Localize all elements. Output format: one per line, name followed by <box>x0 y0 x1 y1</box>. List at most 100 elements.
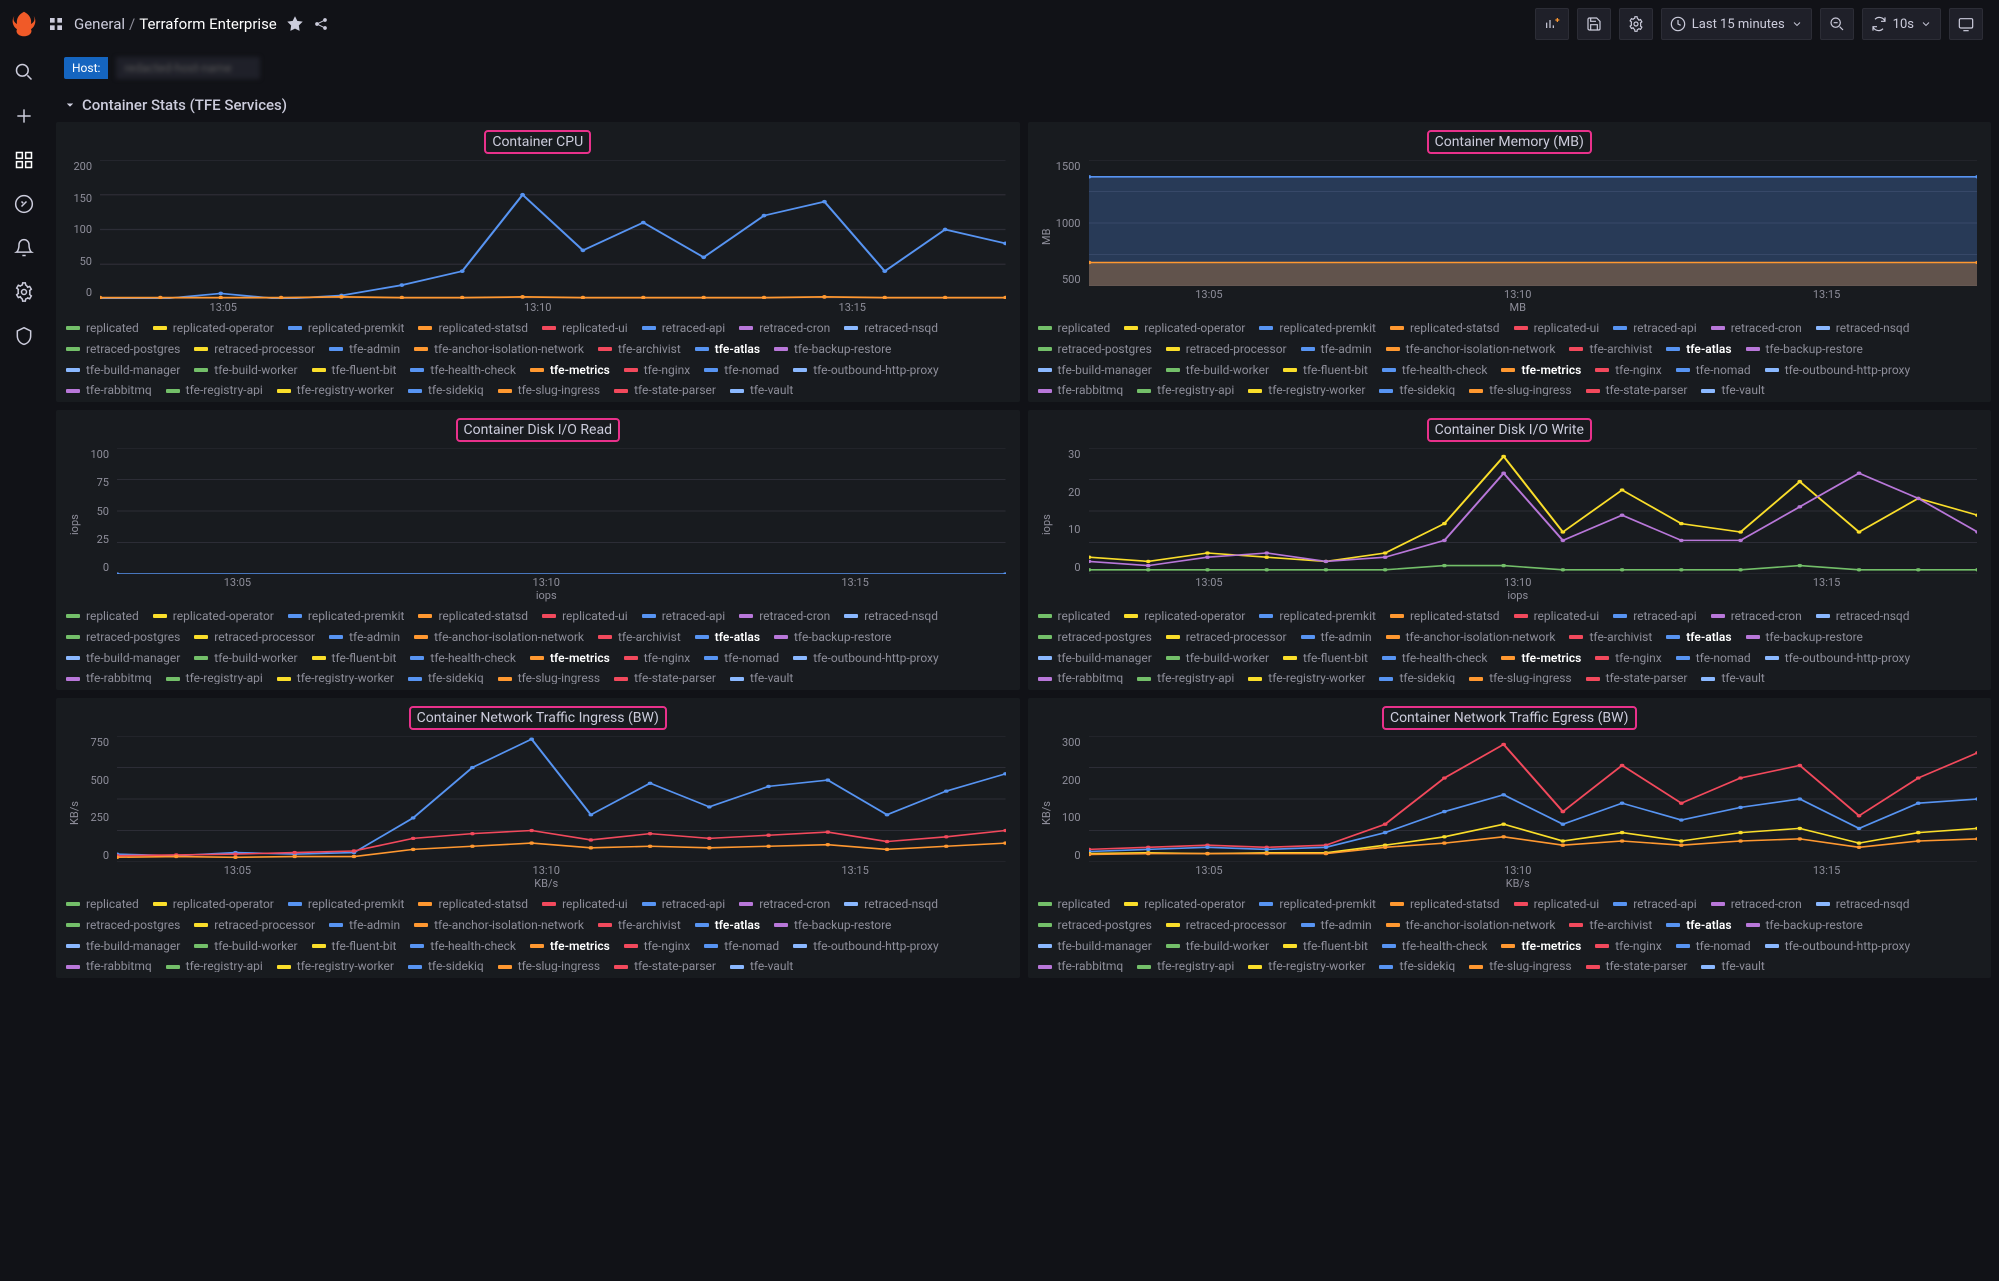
legend-item[interactable]: tfe-metrics <box>530 650 610 667</box>
legend-item[interactable]: retraced-postgres <box>66 341 180 358</box>
legend-item[interactable]: retraced-api <box>1613 320 1697 337</box>
plus-icon[interactable] <box>14 106 34 126</box>
legend[interactable]: replicatedreplicated-operatorreplicated-… <box>1038 314 1982 396</box>
legend-item[interactable]: tfe-build-worker <box>194 650 297 667</box>
legend-item[interactable]: tfe-backup-restore <box>774 629 891 646</box>
legend-item[interactable]: tfe-rabbitmq <box>1038 958 1124 972</box>
timerange-picker[interactable]: Last 15 minutes <box>1661 8 1812 40</box>
legend-item[interactable]: retraced-nsqd <box>844 320 938 337</box>
legend-item[interactable]: replicated-premkit <box>288 608 405 625</box>
legend-item[interactable]: tfe-nginx <box>624 938 691 955</box>
legend-item[interactable]: retraced-nsqd <box>844 608 938 625</box>
legend-item[interactable]: replicated-ui <box>542 320 628 337</box>
legend-item[interactable]: tfe-slug-ingress <box>498 958 600 972</box>
legend-item[interactable]: tfe-registry-api <box>1137 958 1234 972</box>
legend-item[interactable]: tfe-anchor-isolation-network <box>414 341 584 358</box>
legend-item[interactable]: replicated-operator <box>1124 608 1245 625</box>
legend-item[interactable]: tfe-archivist <box>598 917 681 934</box>
legend-item[interactable]: tfe-nomad <box>1676 362 1751 379</box>
legend-item[interactable]: replicated-premkit <box>288 320 405 337</box>
refresh-button[interactable]: 10s <box>1862 8 1941 40</box>
legend-item[interactable]: tfe-registry-api <box>166 958 263 972</box>
legend-item[interactable]: tfe-state-parser <box>1586 382 1688 396</box>
legend-item[interactable]: tfe-build-worker <box>194 362 297 379</box>
legend-item[interactable]: tfe-health-check <box>1382 938 1488 955</box>
legend-item[interactable]: retraced-nsqd <box>1816 896 1910 913</box>
legend-item[interactable]: retraced-postgres <box>1038 917 1152 934</box>
search-icon[interactable] <box>14 62 34 82</box>
legend-item[interactable]: tfe-atlas <box>695 917 760 934</box>
legend-item[interactable]: tfe-archivist <box>1569 629 1652 646</box>
legend[interactable]: replicatedreplicated-operatorreplicated-… <box>66 890 1010 972</box>
legend-item[interactable]: replicated-statsd <box>418 896 528 913</box>
legend-item[interactable]: tfe-slug-ingress <box>498 670 600 684</box>
legend-item[interactable]: tfe-registry-api <box>166 382 263 396</box>
legend-item[interactable]: retraced-postgres <box>66 917 180 934</box>
dashboards-breadcrumb-icon[interactable] <box>48 16 64 32</box>
legend-item[interactable]: tfe-vault <box>1701 958 1764 972</box>
legend-item[interactable]: replicated-operator <box>1124 320 1245 337</box>
legend-item[interactable]: tfe-state-parser <box>1586 670 1688 684</box>
grafana-logo-icon[interactable] <box>10 10 38 38</box>
legend-item[interactable]: tfe-backup-restore <box>774 917 891 934</box>
legend-item[interactable]: tfe-rabbitmq <box>66 670 152 684</box>
legend-item[interactable]: tfe-slug-ingress <box>1469 670 1571 684</box>
legend-item[interactable]: tfe-rabbitmq <box>66 958 152 972</box>
legend-item[interactable]: tfe-archivist <box>598 341 681 358</box>
legend-item[interactable]: tfe-registry-api <box>166 670 263 684</box>
legend-item[interactable]: tfe-sidekiq <box>408 958 484 972</box>
legend-item[interactable]: tfe-metrics <box>1501 938 1581 955</box>
legend-item[interactable]: replicated <box>66 896 139 913</box>
legend-item[interactable]: tfe-atlas <box>1666 629 1731 646</box>
legend-item[interactable]: tfe-state-parser <box>614 382 716 396</box>
legend-item[interactable]: tfe-registry-worker <box>277 958 394 972</box>
legend-item[interactable]: tfe-build-manager <box>66 938 180 955</box>
legend-item[interactable]: tfe-admin <box>329 917 400 934</box>
panel-title[interactable]: Container Network Traffic Ingress (BW) <box>409 706 667 730</box>
legend-item[interactable]: retraced-cron <box>739 320 830 337</box>
legend-item[interactable]: tfe-build-manager <box>1038 362 1152 379</box>
star-icon[interactable] <box>287 16 303 32</box>
legend-item[interactable]: tfe-nginx <box>624 362 691 379</box>
legend-item[interactable]: tfe-health-check <box>410 362 516 379</box>
legend-item[interactable]: tfe-anchor-isolation-network <box>1386 917 1556 934</box>
legend-item[interactable]: replicated-statsd <box>418 608 528 625</box>
legend-item[interactable]: retraced-processor <box>194 917 315 934</box>
legend-item[interactable]: tfe-health-check <box>410 650 516 667</box>
legend-item[interactable]: tfe-metrics <box>530 938 610 955</box>
legend-item[interactable]: tfe-anchor-isolation-network <box>414 629 584 646</box>
legend-item[interactable]: tfe-vault <box>730 382 793 396</box>
panel-title[interactable]: Container Network Traffic Egress (BW) <box>1382 706 1637 730</box>
legend-item[interactable]: tfe-registry-worker <box>1248 670 1365 684</box>
breadcrumb[interactable]: General/Terraform Enterprise <box>74 15 277 33</box>
chart-plot[interactable]: 15001000500 <box>1055 160 1982 286</box>
add-panel-button[interactable] <box>1535 8 1569 40</box>
legend-item[interactable]: replicated <box>1038 608 1111 625</box>
legend-item[interactable]: retraced-cron <box>739 608 830 625</box>
legend-item[interactable]: tfe-nomad <box>704 938 779 955</box>
legend-item[interactable]: replicated-statsd <box>1390 896 1500 913</box>
var-host-value[interactable]: redacted-host-name <box>116 57 259 79</box>
legend-item[interactable]: replicated-statsd <box>418 320 528 337</box>
legend-item[interactable]: retraced-cron <box>1711 896 1802 913</box>
legend-item[interactable]: tfe-nomad <box>1676 938 1751 955</box>
legend-item[interactable]: tfe-nomad <box>1676 650 1751 667</box>
legend-item[interactable]: tfe-registry-worker <box>277 382 394 396</box>
legend[interactable]: replicated replicated-operator replicated-… <box>1038 602 1982 684</box>
legend-item[interactable]: replicated <box>1038 320 1111 337</box>
legend-item[interactable]: tfe-atlas <box>1666 341 1731 358</box>
legend-item[interactable]: tfe-build-worker <box>194 938 297 955</box>
legend-item[interactable]: tfe-archivist <box>598 629 681 646</box>
legend-item[interactable]: tfe-admin <box>1301 341 1372 358</box>
legend-item[interactable]: tfe-vault <box>730 670 793 684</box>
legend-item[interactable]: tfe-atlas <box>695 629 760 646</box>
save-button[interactable] <box>1577 8 1611 40</box>
alerting-icon[interactable] <box>14 238 34 258</box>
legend-item[interactable]: retraced-api <box>642 896 726 913</box>
legend-item[interactable]: tfe-registry-worker <box>277 670 394 684</box>
legend-item[interactable]: retraced-api <box>642 320 726 337</box>
legend-item[interactable]: replicated-ui <box>1514 608 1600 625</box>
admin-icon[interactable] <box>14 326 34 346</box>
legend-item[interactable]: tfe-admin <box>1301 917 1372 934</box>
legend-item[interactable]: tfe-fluent-bit <box>312 938 397 955</box>
